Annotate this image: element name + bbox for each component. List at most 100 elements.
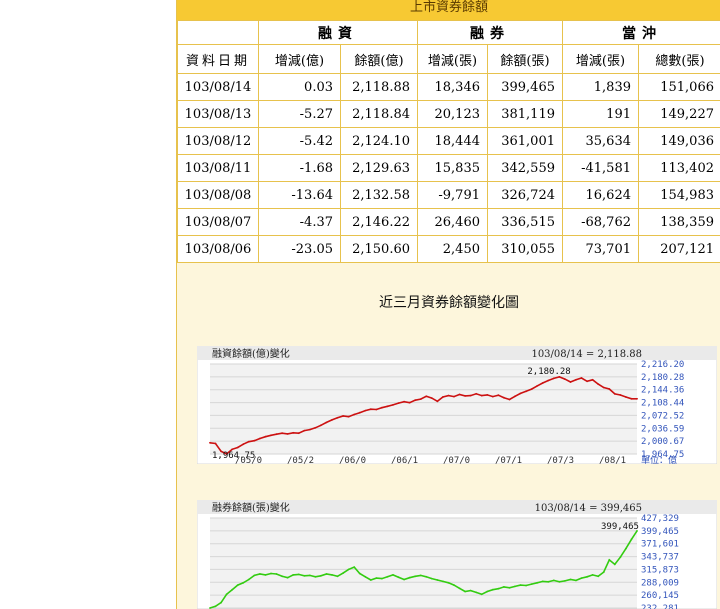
data-point: [209, 441, 211, 444]
data-point: [342, 572, 344, 574]
latest-value-label: 103/08/14 = 2,118.88: [531, 349, 642, 360]
data-point: [386, 405, 389, 408]
data-point: [275, 573, 278, 575]
data-point: [636, 397, 638, 400]
data-point: [541, 580, 544, 583]
data-point: [364, 575, 367, 578]
data-point: [247, 578, 250, 581]
data-point: [270, 434, 272, 437]
column-header: 餘額(張): [487, 44, 563, 74]
x-tick-label: /07/3: [547, 456, 574, 464]
data-point: [597, 383, 600, 385]
data-point: [314, 575, 317, 578]
data-point: [508, 398, 511, 401]
value-cell: 399,465: [487, 73, 563, 101]
column-header-row: 資料日期 增減(億) 餘額(億) 增減(張) 餘額(張) 增減(張) 總數(張): [177, 44, 720, 74]
value-cell: 35,634: [562, 127, 639, 155]
data-point: [253, 439, 256, 442]
data-point: [569, 578, 572, 581]
data-point: [419, 574, 422, 577]
data-point: [458, 587, 461, 590]
data-point: [464, 395, 466, 397]
data-point: [547, 580, 550, 583]
data-point: [364, 409, 367, 412]
y-tick-label: 232,281: [641, 604, 679, 609]
data-point: [580, 577, 583, 579]
data-point: [630, 397, 633, 400]
data-point: [331, 419, 333, 421]
data-point: [297, 432, 300, 435]
data-point: [569, 381, 572, 383]
data-point: [358, 572, 361, 575]
data-point: [447, 394, 450, 397]
data-point: [464, 590, 466, 593]
latest-value-label: 103/08/14 = 399,465: [535, 503, 642, 514]
data-point: [519, 584, 522, 586]
data-point: [575, 378, 577, 381]
data-point: [320, 574, 322, 577]
y-tick-label: 427,329: [641, 514, 679, 524]
group-header-short: 融券: [417, 20, 563, 45]
data-point: [608, 388, 611, 390]
group-header-row: 融資 融券 當沖: [177, 20, 720, 45]
data-point: [619, 556, 622, 558]
value-cell: -41,581: [562, 154, 639, 182]
data-point: [403, 578, 405, 581]
data-point: [281, 432, 283, 435]
data-point: [375, 577, 378, 579]
data-point: [608, 559, 611, 561]
value-cell: 18,444: [417, 127, 488, 155]
date-cell: 103/08/11: [177, 154, 259, 182]
data-point: [347, 415, 350, 418]
data-point: [408, 401, 411, 404]
data-point: [442, 396, 444, 398]
data-point: [353, 566, 356, 568]
data-point: [253, 574, 256, 577]
table-row: 103/08/11 -1.68 2,129.63 15,835 342,559 -41,5…: [177, 154, 720, 182]
value-cell: 16,624: [562, 181, 639, 209]
table-row: 103/08/06 -23.05 2,150.60 2,450 310,055 73,70…: [177, 235, 720, 263]
data-point: [381, 577, 383, 580]
data-point: [447, 581, 450, 584]
value-cell: 2,450: [417, 235, 488, 263]
data-point: [264, 574, 267, 576]
x-tick-label: /07/0: [443, 456, 470, 464]
value-cell: 113,402: [638, 154, 720, 182]
y-tick-label: 2,180.28: [641, 373, 684, 383]
data-point: [625, 396, 627, 398]
column-header: 總數(張): [638, 44, 720, 74]
data-point: [586, 380, 588, 383]
column-header: 增減(億): [258, 44, 341, 74]
chart-section-title: 近三月資券餘額變化圖: [379, 295, 519, 311]
data-point: [325, 573, 328, 575]
value-cell: 15,835: [417, 154, 488, 182]
value-cell: 0.03: [258, 73, 341, 101]
table-row: 103/08/07 -4.37 2,146.22 26,460 336,515 -68,7…: [177, 208, 720, 236]
value-cell: 2,132.58: [340, 181, 418, 209]
plot-area: [210, 364, 637, 454]
data-point: [575, 579, 577, 582]
date-cell: 103/08/06: [177, 235, 259, 263]
data-point: [630, 538, 633, 541]
data-point: [491, 395, 494, 398]
value-cell: 149,227: [638, 100, 720, 128]
data-point: [292, 431, 295, 434]
value-cell: 73,701: [562, 235, 639, 263]
data-point: [336, 416, 339, 419]
data-point: [275, 433, 278, 436]
value-cell: -1.68: [258, 154, 341, 182]
data-point: [503, 396, 505, 399]
value-cell: 2,124.10: [340, 127, 418, 155]
y-tick-label: 2,000.67: [641, 437, 684, 447]
value-cell: -5.42: [258, 127, 341, 155]
data-point: [259, 437, 261, 440]
data-point: [602, 571, 605, 573]
date-cell: 103/08/14: [177, 73, 259, 101]
y-tick-label: 2,216.20: [641, 360, 684, 370]
column-header: 增減(張): [417, 44, 488, 74]
data-point: [436, 579, 439, 581]
data-point: [486, 394, 489, 396]
group-header-blank: [177, 20, 259, 45]
y-tick-label: 2,108.44: [641, 399, 684, 409]
margin-balance-chart: 融資餘額(億)變化 103/08/14 = 2,118.88 2,216.20 2,1…: [197, 346, 717, 464]
